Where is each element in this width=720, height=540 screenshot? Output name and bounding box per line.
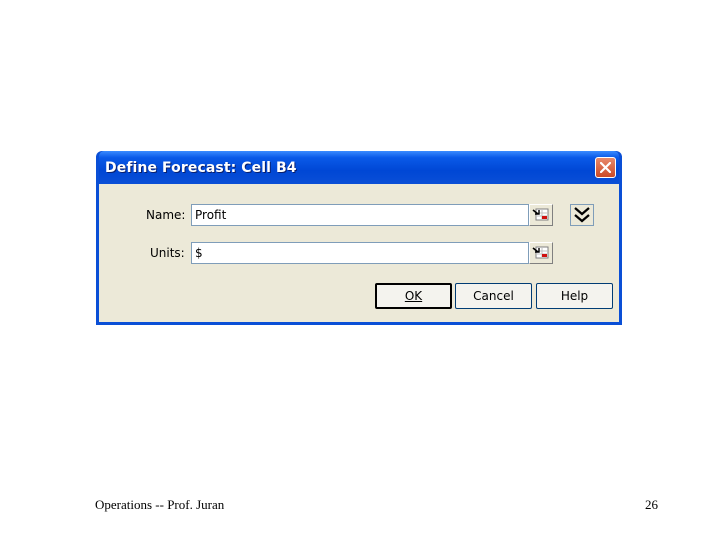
footer-course-text: Operations -- Prof. Juran	[95, 497, 225, 512]
expand-chevron-icon	[574, 207, 590, 223]
dialog-title: Define Forecast: Cell B4	[105, 160, 297, 176]
expand-button[interactable]	[570, 204, 594, 226]
cancel-button[interactable]: Cancel	[455, 283, 532, 309]
units-label: Units:	[150, 246, 185, 260]
close-button[interactable]	[595, 157, 616, 178]
close-icon	[600, 162, 611, 173]
name-field[interactable]: Profit	[191, 204, 529, 226]
dialog-titlebar[interactable]: Define Forecast: Cell B4	[99, 151, 619, 184]
cell-reference-picker-icon	[532, 246, 549, 259]
units-cell-picker-button[interactable]	[529, 242, 553, 264]
ok-label: OK	[404, 289, 423, 303]
dialog-body: Name: Profit Units: $ OK Cancel Help	[99, 184, 619, 322]
units-field[interactable]: $	[191, 242, 529, 264]
name-label: Name:	[146, 208, 186, 222]
page-number: 26	[645, 497, 658, 512]
cancel-label: Cancel	[473, 289, 514, 303]
define-forecast-dialog: Define Forecast: Cell B4 Name: Profit Un…	[96, 151, 622, 325]
cell-reference-picker-icon	[532, 208, 549, 221]
help-label: Help	[560, 289, 589, 303]
help-button[interactable]: Help	[536, 283, 613, 309]
ok-button[interactable]: OK	[375, 283, 452, 309]
name-cell-picker-button[interactable]	[529, 204, 553, 226]
